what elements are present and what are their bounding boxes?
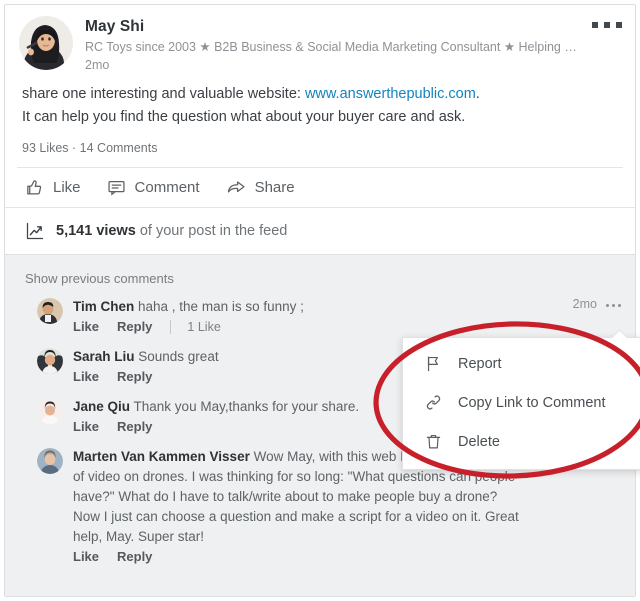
share-button[interactable]: Share	[226, 178, 295, 197]
comment-like-button[interactable]: Like	[73, 549, 99, 564]
menu-item-label: Delete	[458, 433, 500, 450]
comment-actions: Like Reply 1 Like	[73, 319, 621, 334]
avatar	[37, 448, 63, 474]
menu-item-label: Copy Link to Comment	[458, 394, 606, 411]
post-text: share one interesting and valuable websi…	[5, 74, 635, 129]
views-text: 5,141 views of your post in the feed	[56, 223, 287, 239]
share-arrow-icon	[226, 178, 246, 197]
author-name[interactable]: May Shi	[85, 17, 621, 36]
comment-like-button[interactable]: Like	[73, 369, 99, 384]
like-label: Like	[53, 179, 81, 196]
comment-label: Comment	[134, 179, 200, 196]
author-headline: RC Toys since 2003 ★ B2B Business & Soci…	[85, 40, 577, 54]
dot	[616, 22, 622, 28]
commenter-name[interactable]: Tim Chen	[73, 299, 134, 314]
comment-reply-button[interactable]: Reply	[117, 369, 152, 384]
menu-item-delete[interactable]: Delete	[403, 422, 640, 461]
comment-like-button[interactable]: Like	[73, 419, 99, 434]
menu-item-report[interactable]: Report	[403, 344, 640, 383]
comment-body: Tim Chen haha , the man is so funny ; Li…	[73, 297, 621, 334]
comment-reply-button[interactable]: Reply	[117, 549, 152, 564]
comment-options-menu: Report Copy Link to Comment Delete	[402, 337, 640, 470]
comment-ellipsis-icon[interactable]	[606, 302, 621, 307]
like-button[interactable]: Like	[25, 178, 81, 197]
commenter-name[interactable]: Marten Van Kammen Visser	[73, 449, 250, 464]
comment-button[interactable]: Comment	[107, 178, 200, 197]
dot	[618, 303, 621, 307]
comment-meta: 2mo	[573, 297, 621, 311]
comment-text: Tim Chen haha , the man is so funny ;	[73, 297, 621, 317]
comment-message: Thank you May,thanks for your share.	[130, 399, 360, 414]
post-action-bar: Like Comment Share	[5, 168, 635, 207]
avatar	[19, 16, 73, 70]
comment-actions: Like Reply	[73, 549, 525, 564]
commenter-name[interactable]: Sarah Liu	[73, 349, 135, 364]
analytics-chart-icon	[25, 221, 45, 241]
speech-bubble-icon	[107, 178, 126, 197]
avatar	[37, 348, 63, 374]
views-count: 5,141 views	[56, 223, 136, 239]
link-chain-icon	[425, 394, 447, 411]
post-text-after-link: .	[475, 86, 480, 102]
comment-timestamp: 2mo	[572, 297, 597, 311]
flag-icon	[425, 355, 447, 372]
post-header: May Shi RC Toys since 2003 ★ B2B Busines…	[5, 5, 635, 74]
comment-reply-button[interactable]: Reply	[117, 319, 152, 334]
ellipsis-icon[interactable]	[592, 17, 622, 33]
show-previous-comments-button[interactable]: Show previous comments	[5, 265, 635, 297]
avatar	[37, 298, 63, 324]
comment-message: Sounds great	[134, 349, 219, 364]
comment-reply-button[interactable]: Reply	[117, 419, 152, 434]
thumbs-up-icon	[25, 178, 44, 197]
dot	[612, 303, 615, 307]
avatar	[37, 398, 63, 424]
dot	[604, 22, 610, 28]
commenter-name[interactable]: Jane Qiu	[73, 399, 130, 414]
comment-like-count[interactable]: 1 Like	[187, 320, 220, 334]
post-link[interactable]: www.answerthepublic.com	[305, 86, 476, 102]
post-card: May Shi RC Toys since 2003 ★ B2B Busines…	[4, 4, 636, 597]
share-label: Share	[254, 179, 295, 196]
comment-like-button[interactable]: Like	[73, 319, 99, 334]
divider	[170, 319, 172, 334]
menu-item-copy-link[interactable]: Copy Link to Comment	[403, 383, 640, 422]
trash-icon	[425, 433, 447, 450]
author-block: May Shi RC Toys since 2003 ★ B2B Busines…	[85, 16, 621, 74]
comment-item: Tim Chen haha , the man is so funny ; Li…	[5, 297, 635, 334]
post-text-line-2: It can help you find the question what a…	[22, 109, 466, 125]
post-text-line-1: share one interesting and valuable websi…	[22, 83, 619, 106]
menu-item-label: Report	[458, 355, 502, 372]
views-row[interactable]: 5,141 views of your post in the feed	[5, 207, 635, 254]
dot	[592, 22, 598, 28]
comment-message: haha , the man is so funny ;	[134, 299, 304, 314]
dot	[606, 303, 609, 307]
post-timestamp: 2mo	[85, 58, 110, 72]
menu-caret	[612, 330, 628, 338]
post-stats[interactable]: 93 Likes · 14 Comments	[5, 129, 635, 167]
post-text-before-link: share one interesting and valuable websi…	[22, 86, 305, 102]
views-suffix: of your post in the feed	[135, 223, 288, 239]
